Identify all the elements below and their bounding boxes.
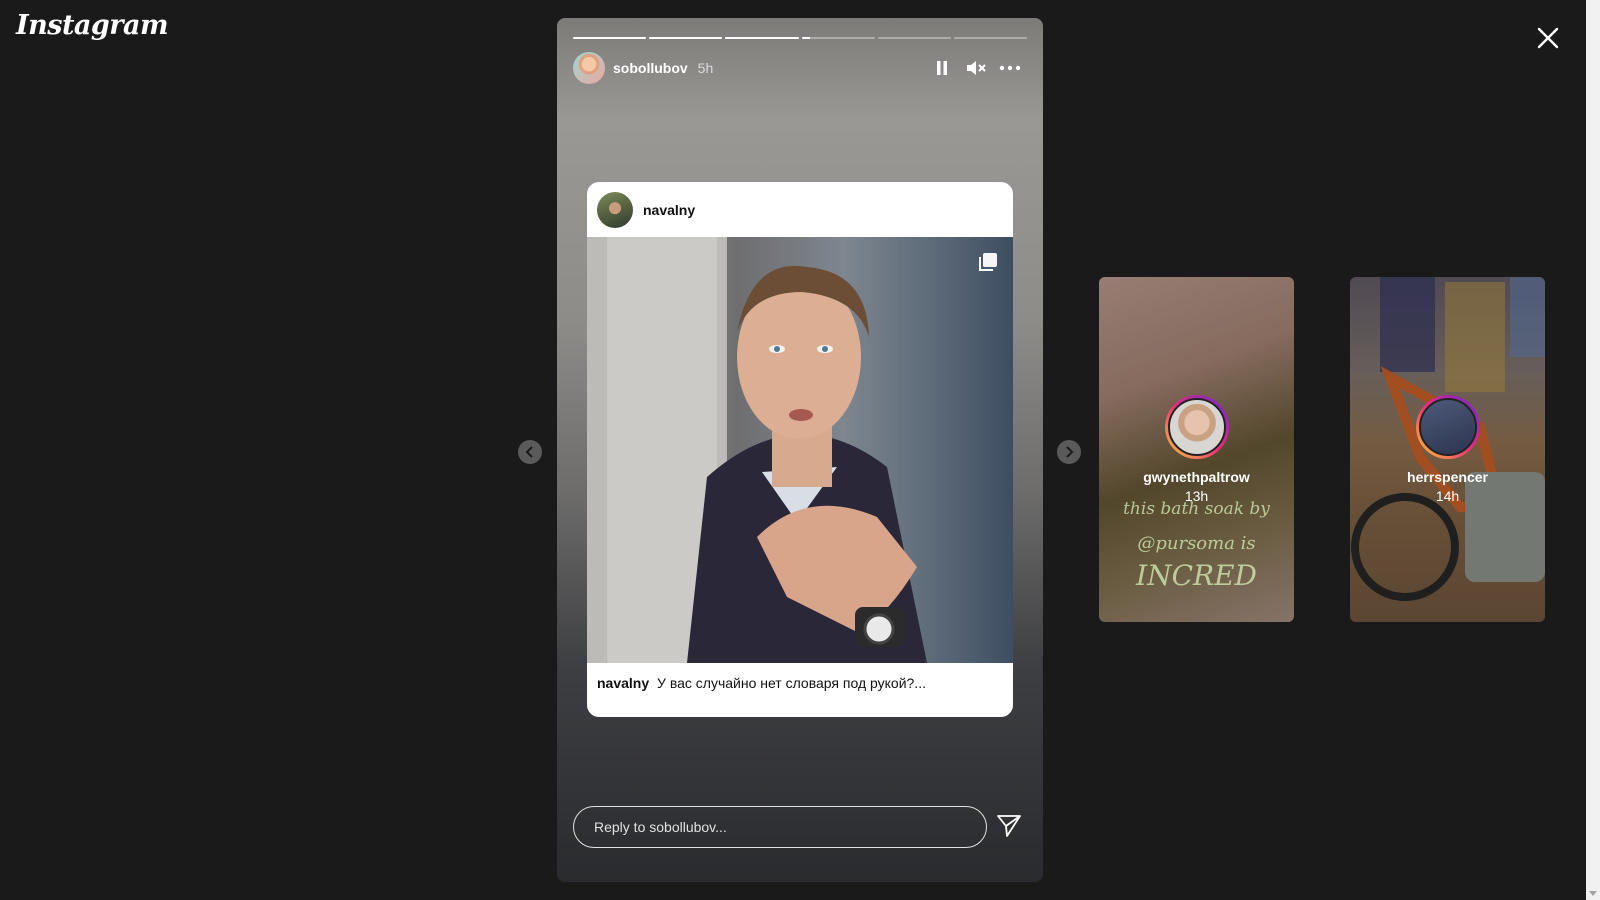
story-controls [931,57,1021,79]
progress-segment [573,37,647,39]
preview-username: herrspencer [1407,469,1488,485]
preview-timestamp: 13h [1184,488,1209,504]
chevron-right-icon [1066,446,1074,458]
previous-story-button[interactable] [518,440,542,464]
more-options-icon [999,65,1021,71]
story-viewer[interactable]: sobollubov 5h navalny navalny У вас случ… [557,18,1043,882]
progress-segment [877,37,951,39]
avatar[interactable] [573,52,605,84]
post-header: navalny [587,182,1013,237]
caption-text: У вас случайно нет словаря под рукой?... [657,675,926,691]
shared-post-card[interactable]: navalny navalny У вас случайно нет слова… [587,182,1013,717]
reply-input[interactable]: Reply to sobollubov... [573,806,987,848]
send-button[interactable] [995,812,1023,840]
carousel-icon [977,251,999,278]
close-button[interactable] [1532,22,1564,54]
portrait-illustration [587,237,927,663]
overlay-line-3: INCRED [1136,559,1257,592]
story-header: sobollubov 5h [573,52,1027,84]
next-story-button[interactable] [1057,440,1081,464]
scroll-down-arrow-icon[interactable] [1589,891,1597,896]
pause-button[interactable] [931,57,953,79]
paper-plane-icon [997,815,1021,837]
mute-button[interactable] [965,57,987,79]
overlay-line-2: @pursoma is [1137,533,1256,554]
post-author-avatar[interactable] [597,191,633,228]
preview-timestamp: 14h [1435,488,1460,504]
post-caption: navalny У вас случайно нет словаря под р… [587,663,1013,693]
story-preview-gwynethpaltrow[interactable]: this bath soak by @pursoma is INCRED gwy… [1099,277,1294,622]
progress-segment [953,37,1028,39]
avatar [1418,398,1477,456]
post-image[interactable] [587,237,1013,663]
more-options-button[interactable] [999,57,1021,79]
progress-segment [725,37,799,39]
instagram-logo[interactable]: Instagram [16,10,169,41]
story-username[interactable]: sobollubov [613,60,688,76]
muted-speaker-icon [967,61,986,75]
scrollbar[interactable] [1586,0,1600,900]
progress-segment [801,37,875,39]
story-preview-herrspencer[interactable]: herrspencer 14h [1350,277,1545,622]
reply-placeholder: Reply to sobollubov... [594,819,727,835]
post-author-username[interactable]: navalny [643,202,695,218]
avatar [1167,398,1226,456]
caption-username[interactable]: navalny [597,675,649,691]
close-icon [1537,27,1559,49]
progress-segment [649,37,723,39]
story-progress-bar [573,37,1028,39]
pause-icon [937,61,947,75]
story-timestamp: 5h [697,60,714,76]
chevron-left-icon [525,446,533,458]
preview-avatar-ring [1415,395,1480,459]
preview-username: gwynethpaltrow [1143,469,1250,485]
preview-avatar-ring [1164,395,1229,459]
